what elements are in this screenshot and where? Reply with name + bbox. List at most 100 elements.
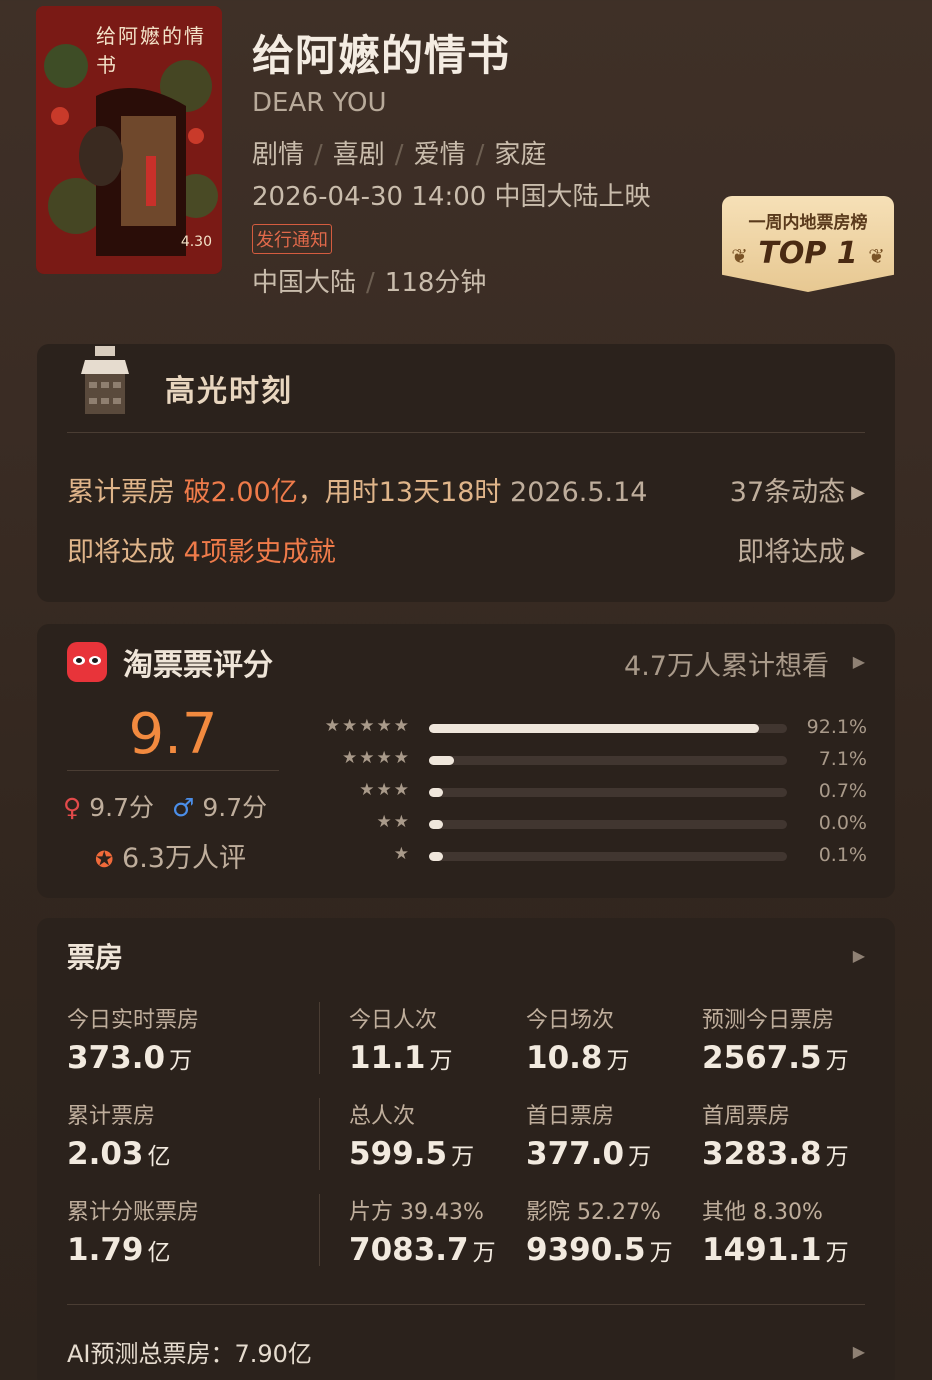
rating-row-3star: ★★★ 0.7% <box>307 780 867 806</box>
star-badge-icon: ✪ <box>95 848 114 873</box>
laurel-right-icon: ❦ <box>868 244 885 268</box>
stars-icon: ★★ <box>376 812 411 832</box>
divider <box>319 1098 320 1170</box>
stars-icon: ★★★★ <box>342 748 411 768</box>
rater-count: ✪ 6.3万人评 <box>95 843 246 874</box>
divider <box>67 770 279 771</box>
rating-bar-fill <box>429 820 444 829</box>
play-arrow-icon: ▶ <box>851 482 865 503</box>
separator: / <box>394 140 404 170</box>
other-share: 1491.1 万 <box>702 1232 849 1268</box>
boxoffice-title: 票房 <box>67 941 124 974</box>
female-icon: ♀ <box>63 793 82 822</box>
divider <box>319 1194 320 1266</box>
movie-meta: 中国大陆 / 118分钟 <box>252 262 486 299</box>
badge-line2: ❦ TOP 1 ❦ <box>731 236 885 271</box>
male-score: 9.7分 <box>202 793 268 822</box>
female-score: 9.7分 <box>89 793 155 822</box>
rating-bar-fill <box>429 756 455 765</box>
stat-label: 预测今日票房 <box>702 1008 835 1033</box>
rating-bar-fill <box>429 724 759 733</box>
want-to-watch-count[interactable]: 4.7万人累计想看 <box>624 644 829 683</box>
weekly-rank-badge[interactable]: 一周内地票房榜 ❦ TOP 1 ❦ <box>722 196 894 292</box>
stat-label: 其他 8.30% <box>702 1200 823 1225</box>
rating-bar-track <box>429 820 787 829</box>
producer-share: 7083.7 万 <box>349 1232 496 1268</box>
rating-percent: 0.0% <box>818 812 867 834</box>
split-total-boxoffice: 1.79 亿 <box>67 1232 171 1268</box>
ai-forecast-total[interactable]: AI预测总票房：7.90亿 <box>67 1334 312 1369</box>
gender-scores: ♀ 9.7分 ♂ 9.7分 <box>63 788 267 824</box>
release-notice-tag[interactable]: 发行通知 <box>252 224 332 254</box>
film-clapper-icon <box>81 346 129 414</box>
rating-score: 9.7 <box>128 702 218 767</box>
stat-label: 今日场次 <box>526 1008 615 1033</box>
first-day-boxoffice: 377.0 万 <box>526 1136 652 1172</box>
stars-icon: ★★★ <box>359 780 411 800</box>
taopiaopiao-logo-icon <box>67 642 107 682</box>
total-boxoffice: 2.03 亿 <box>67 1136 171 1172</box>
genre-tag: 喜剧 <box>332 140 385 170</box>
cinema-share: 9390.5 万 <box>526 1232 673 1268</box>
movie-poster[interactable]: 给阿嬷的情书 4.30 <box>36 6 222 274</box>
male-icon: ♂ <box>171 793 195 822</box>
badge-line1: 一周内地票房榜 <box>748 213 868 233</box>
today-shows: 10.8 万 <box>526 1040 630 1076</box>
genre-tag: 爱情 <box>413 140 466 170</box>
rating-percent: 0.7% <box>818 780 867 802</box>
highlight-card: 高光时刻 累计票房 破2.00亿，用时13天18时 2026.5.14 37条动… <box>37 344 895 602</box>
highlight-upcoming-link[interactable]: 即将达成 ▶ <box>737 530 865 569</box>
rating-percent: 92.1% <box>806 716 867 738</box>
play-arrow-icon[interactable]: ▶ <box>853 1342 865 1361</box>
rating-row-2star: ★★ 0.0% <box>307 812 867 838</box>
stat-label: 首日票房 <box>526 1104 615 1129</box>
movie-genres: 剧情 / 喜剧 / 爱情 / 家庭 <box>252 134 546 171</box>
divider <box>319 1002 320 1074</box>
separator: / <box>314 140 323 170</box>
movie-duration: 118分钟 <box>384 268 487 298</box>
genre-tag: 家庭 <box>494 140 547 170</box>
rating-bar-fill <box>429 852 444 861</box>
separator: / <box>366 268 375 298</box>
rating-bar-track <box>429 852 787 861</box>
highlight-news-link[interactable]: 37条动态 ▶ <box>730 470 865 509</box>
total-viewers: 599.5 万 <box>349 1136 475 1172</box>
boxoffice-card: 票房 ▶ 今日实时票房 373.0 万 今日人次 11.1 万 今日场次 10.8 万… <box>37 918 895 1380</box>
forecast-today-boxoffice: 2567.5 万 <box>702 1040 849 1076</box>
stars-icon: ★★★★★ <box>324 716 411 736</box>
stat-label: 今日人次 <box>349 1008 438 1033</box>
rating-row-4star: ★★★★ 7.1% <box>307 748 867 774</box>
stat-label: 总人次 <box>349 1104 416 1129</box>
rating-bar-track <box>429 756 787 765</box>
stat-label: 影院 52.27% <box>526 1200 661 1225</box>
first-week-boxoffice: 3283.8 万 <box>702 1136 849 1172</box>
divider <box>67 432 865 433</box>
release-info: 2026-04-30 14:00 中国大陆上映 <box>252 182 651 212</box>
laurel-left-icon: ❦ <box>731 244 748 268</box>
separator: / <box>475 140 485 170</box>
play-arrow-icon[interactable]: ▶ <box>853 946 865 965</box>
movie-english-title: DEAR YOU <box>252 88 387 118</box>
rating-percent: 7.1% <box>818 748 867 770</box>
rating-title: 淘票票评分 <box>123 648 273 683</box>
today-realtime-boxoffice: 373.0 万 <box>67 1040 193 1076</box>
rating-bar-fill <box>429 788 444 797</box>
stat-label: 累计票房 <box>67 1104 156 1129</box>
rating-card: 淘票票评分 4.7万人累计想看 ▶ 9.7 ♀ 9.7分 ♂ 9.7分 ✪ 6.… <box>37 624 895 898</box>
rating-row-1star: ★ 0.1% <box>307 844 867 870</box>
stat-label: 片方 39.43% <box>349 1200 484 1225</box>
stars-icon: ★ <box>393 844 411 864</box>
poster-title: 给阿嬷的情书 <box>96 24 206 77</box>
rating-percent: 0.1% <box>818 844 867 866</box>
rating-bar-track <box>429 788 787 797</box>
today-viewers: 11.1 万 <box>349 1040 453 1076</box>
rating-row-5star: ★★★★★ 92.1% <box>307 716 867 742</box>
divider <box>67 1304 865 1305</box>
stat-label: 今日实时票房 <box>67 1008 200 1033</box>
stat-label: 累计分账票房 <box>67 1200 200 1225</box>
play-arrow-icon[interactable]: ▶ <box>853 652 865 671</box>
poster-date: 4.30 <box>180 234 212 250</box>
movie-region: 中国大陆 <box>252 268 357 298</box>
play-arrow-icon: ▶ <box>851 542 865 563</box>
rating-bar-track <box>429 724 787 733</box>
